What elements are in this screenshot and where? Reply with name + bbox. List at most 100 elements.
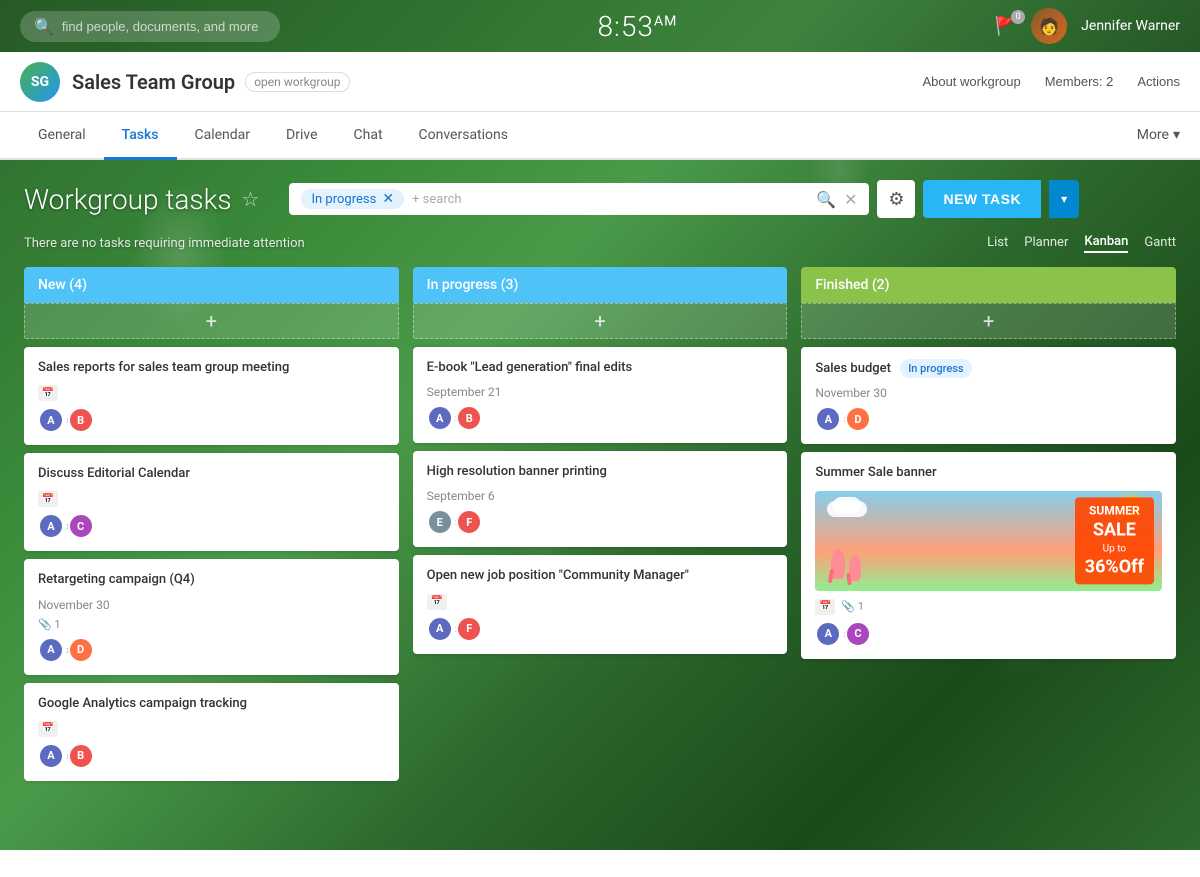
card-avatars: A › D [815, 406, 1162, 432]
column-inprogress-label: In progress (3) [427, 277, 519, 293]
page-title: Workgroup tasks [24, 183, 232, 216]
tab-general[interactable]: General [20, 112, 104, 160]
new-task-dropdown-button[interactable]: ▾ [1049, 180, 1079, 218]
avatar: A [38, 637, 64, 663]
search-box[interactable]: 🔍 [20, 11, 280, 42]
calendar-icon: 📅 [427, 594, 447, 610]
tab-tasks[interactable]: Tasks [104, 112, 177, 160]
card-title: Retargeting campaign (Q4) [38, 571, 385, 589]
calendar-icon: 📅 [815, 599, 835, 615]
table-row[interactable]: Discuss Editorial Calendar 📅 A › C [24, 453, 399, 551]
chevron-down-icon: ▾ [1061, 192, 1067, 206]
attachment-count: 📎 1 [38, 618, 61, 631]
card-title: E-book "Lead generation" final edits [427, 359, 774, 377]
avatar: A [38, 513, 64, 539]
avatar: A [427, 405, 453, 431]
content-area: Workgroup tasks ☆ In progress ✕ + search… [0, 160, 1200, 877]
card-date: November 30 [815, 386, 1162, 400]
tab-conversations[interactable]: Conversations [401, 112, 526, 160]
card-meta: 📅 📎 1 [815, 599, 1162, 615]
add-card-inprogress-button[interactable]: + [413, 303, 788, 339]
actions-button[interactable]: Actions [1137, 74, 1180, 89]
search-icon: 🔍 [34, 17, 54, 36]
avatar: F [456, 509, 482, 535]
card-meta: 📅 [427, 594, 774, 610]
header-actions: About workgroup Members: 2 Actions [922, 74, 1180, 89]
avatar: C [68, 513, 94, 539]
card-avatars: A › B [38, 743, 385, 769]
remove-filter-icon[interactable]: ✕ [382, 191, 394, 207]
avatar: 🧑 [1031, 8, 1067, 44]
card-avatars: E › F [427, 509, 774, 535]
table-row[interactable]: Open new job position "Community Manager… [413, 555, 788, 653]
calendar-icon: 📅 [38, 721, 58, 737]
tab-chat[interactable]: Chat [336, 112, 401, 160]
card-title: Sales budget In progress [815, 359, 1162, 378]
column-finished-label: Finished (2) [815, 277, 889, 293]
view-list-button[interactable]: List [987, 235, 1008, 252]
filter-add-button[interactable]: + search [412, 192, 462, 207]
column-new-label: New (4) [38, 277, 87, 293]
card-avatars: A › B [38, 407, 385, 433]
card-avatars: A › B [427, 405, 774, 431]
favorite-star-icon[interactable]: ☆ [242, 187, 260, 211]
add-card-new-button[interactable]: + [24, 303, 399, 339]
column-header-finished: Finished (2) [801, 267, 1176, 303]
avatar: A [815, 406, 841, 432]
table-row[interactable]: Summer Sale banner [801, 452, 1176, 658]
about-workgroup-button[interactable]: About workgroup [922, 74, 1020, 89]
nav-tabs: General Tasks Calendar Drive Chat Conver… [0, 112, 1200, 160]
avatar: D [845, 406, 871, 432]
calendar-icon: 📅 [38, 385, 58, 401]
card-date: September 6 [427, 489, 774, 503]
user-name-button[interactable]: Jennifer Warner [1081, 18, 1180, 34]
column-finished-cards: Sales budget In progress November 30 A ›… [801, 343, 1176, 867]
more-tabs-button[interactable]: More ▾ [1137, 127, 1180, 143]
card-meta: 📎 1 [38, 618, 385, 631]
table-row[interactable]: High resolution banner printing Septembe… [413, 451, 788, 547]
search-input[interactable] [62, 19, 262, 34]
table-row[interactable]: Sales reports for sales team group meeti… [24, 347, 399, 445]
table-row[interactable]: Google Analytics campaign tracking 📅 A ›… [24, 683, 399, 781]
view-gantt-button[interactable]: Gantt [1144, 235, 1176, 252]
calendar-icon: 📅 [38, 491, 58, 507]
workgroup-badge: open workgroup [245, 72, 349, 92]
flag-notification[interactable]: 🚩0 [995, 16, 1017, 37]
filter-search-icon: 🔍 [816, 190, 836, 209]
status-badge: In progress [900, 359, 971, 378]
column-new-cards: Sales reports for sales team group meeti… [24, 343, 399, 867]
card-meta: 📅 [38, 491, 385, 507]
workgroup-icon: SG [20, 62, 60, 102]
card-avatars: A › D [38, 637, 385, 663]
table-row[interactable]: Retargeting campaign (Q4) November 30 📎 … [24, 559, 399, 674]
card-title: Sales reports for sales team group meeti… [38, 359, 385, 377]
tab-calendar[interactable]: Calendar [177, 112, 269, 160]
summer-sale-text: SUMMER SALE Up to 36%Off [1075, 497, 1154, 584]
tab-drive[interactable]: Drive [268, 112, 335, 160]
view-kanban-button[interactable]: Kanban [1084, 234, 1128, 253]
card-title: Discuss Editorial Calendar [38, 465, 385, 483]
card-meta: 📅 [38, 721, 385, 737]
avatar: B [68, 407, 94, 433]
table-row[interactable]: E-book "Lead generation" final edits Sep… [413, 347, 788, 443]
card-avatars: A › F [427, 616, 774, 642]
header-bar: SG Sales Team Group open workgroup About… [0, 52, 1200, 112]
members-button[interactable]: Members: 2 [1045, 74, 1114, 89]
new-task-button[interactable]: NEW TASK [923, 180, 1041, 218]
card-image: SUMMER SALE Up to 36%Off [815, 491, 1162, 591]
settings-button[interactable]: ⚙ [877, 180, 915, 218]
card-avatars: A › C [815, 621, 1162, 647]
attention-bar: There are no tasks requiring immediate a… [24, 234, 1176, 253]
add-card-finished-button[interactable]: + [801, 303, 1176, 339]
kanban-column-inprogress: In progress (3) + E-book "Lead generatio… [413, 267, 788, 867]
filter-tag-inprogress[interactable]: In progress ✕ [301, 189, 404, 209]
kanban-column-new: New (4) + Sales reports for sales team g… [24, 267, 399, 867]
card-date: November 30 [38, 598, 385, 612]
table-row[interactable]: Sales budget In progress November 30 A ›… [801, 347, 1176, 444]
column-header-new: New (4) [24, 267, 399, 303]
avatar: D [68, 637, 94, 663]
card-title: Open new job position "Community Manager… [427, 567, 774, 585]
view-planner-button[interactable]: Planner [1024, 235, 1068, 252]
filter-clear-icon[interactable]: ✕ [844, 190, 857, 209]
avatar: C [845, 621, 871, 647]
